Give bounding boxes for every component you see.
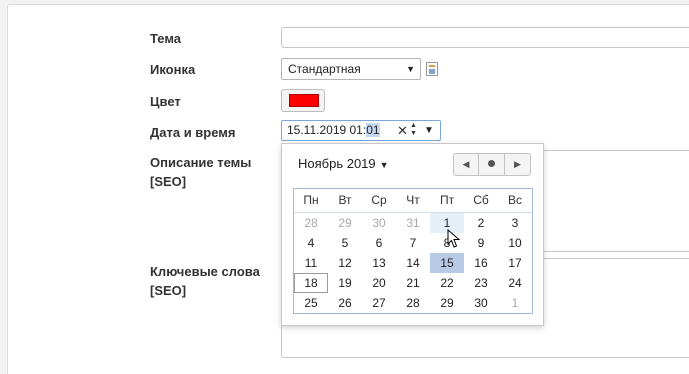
calendar-day[interactable]: 7	[396, 233, 430, 253]
calendar-day[interactable]: 15	[430, 253, 464, 273]
month-label: Ноябрь 2019	[298, 156, 376, 171]
weekday-label: Чт	[406, 193, 420, 207]
icon-select[interactable]: Стандартная ▼	[281, 58, 421, 80]
calendar-day[interactable]: 1	[498, 293, 532, 313]
weekday-label: Ср	[371, 193, 387, 207]
calendar-day[interactable]: 13	[362, 253, 396, 273]
calendar-week-row: 28 29 30 31 1 2 3	[294, 213, 532, 233]
dot-icon	[488, 160, 495, 168]
calendar-day[interactable]: 18	[294, 273, 328, 293]
weekday-label: Пт	[439, 193, 455, 207]
calendar-day[interactable]: 2	[464, 213, 498, 233]
calendar-day[interactable]: 3	[498, 213, 532, 233]
prev-month-button[interactable]: ◀	[453, 153, 479, 176]
calendar-day[interactable]: 22	[430, 273, 464, 293]
calendar-week-row: 18 19 20 21 22 23 24	[294, 273, 532, 293]
datetime-value-main: 15.11.2019 01:	[287, 123, 367, 137]
chevron-down-icon[interactable]: ▼	[424, 121, 434, 140]
chevron-down-icon: ▼	[406, 64, 415, 74]
calendar-day[interactable]: 28	[396, 293, 430, 313]
date-picker-popup: Ноябрь 2019 ▼ ◀ ▶ Пн Вт Ср Чт Пт Сб Вс 28 29 30 31…	[281, 143, 544, 326]
spinner-icon[interactable]: ▲ ▼	[410, 122, 417, 138]
icon-label: Иконка	[150, 62, 196, 77]
close-icon[interactable]: ✕	[397, 121, 408, 140]
calendar-day[interactable]: 6	[362, 233, 396, 253]
weekday-label: Вт	[338, 193, 352, 207]
calendar-day[interactable]: 26	[328, 293, 362, 313]
chevron-left-icon: ◀	[462, 159, 470, 169]
mouse-cursor-icon	[447, 229, 461, 248]
datetime-value-selected: 01	[366, 123, 380, 137]
calendar-day[interactable]: 25	[294, 293, 328, 313]
calendar-day[interactable]: 29	[328, 213, 362, 233]
calendar-day[interactable]: 20	[362, 273, 396, 293]
calendar-day[interactable]: 24	[498, 273, 532, 293]
weekday-label: Сб	[473, 193, 489, 207]
calendar-day[interactable]: 10	[498, 233, 532, 253]
calendar-day[interactable]: 21	[396, 273, 430, 293]
calendar-day[interactable]: 4	[294, 233, 328, 253]
color-label: Цвет	[150, 94, 181, 109]
month-selector[interactable]: Ноябрь 2019 ▼	[298, 156, 389, 171]
today-button[interactable]	[479, 153, 505, 176]
calendar-day[interactable]: 28	[294, 213, 328, 233]
datetime-value: 15.11.2019 01:01	[287, 121, 380, 140]
calendar-day[interactable]: 17	[498, 253, 532, 273]
calendar-week-row: 11 12 13 14 15 16 17	[294, 253, 532, 273]
calendar-day[interactable]: 30	[362, 213, 396, 233]
calendar-day[interactable]: 29	[430, 293, 464, 313]
calendar-day[interactable]: 5	[328, 233, 362, 253]
datetime-label: Дата и время	[150, 125, 236, 140]
weekday-label: Вс	[507, 193, 522, 207]
theme-input[interactable]	[281, 27, 689, 48]
datetime-input[interactable]: 15.11.2019 01:01 ✕ ▲ ▼ ▼	[281, 120, 441, 141]
calendar-week-row: 4 5 6 7 8 9 10	[294, 233, 532, 253]
calendar-day[interactable]: 31	[396, 213, 430, 233]
theme-label: Тема	[150, 31, 182, 46]
calendar-day[interactable]: 14	[396, 253, 430, 273]
calendar-day[interactable]: 27	[362, 293, 396, 313]
weekday-label: Пн	[303, 193, 319, 207]
weekday-header: Пн Вт Ср Чт Пт Сб Вс	[294, 189, 532, 213]
description-label: Описание темы [SEO]	[150, 155, 252, 189]
icon-select-value: Стандартная	[288, 62, 361, 76]
calendar-day[interactable]: 16	[464, 253, 498, 273]
file-icon[interactable]	[426, 62, 438, 76]
calendar-nav: ◀ ▶	[453, 153, 533, 176]
color-swatch	[289, 94, 319, 107]
calendar-day[interactable]: 11	[294, 253, 328, 273]
keywords-label: Ключевые слова [SEO]	[150, 264, 260, 298]
calendar-grid: Пн Вт Ср Чт Пт Сб Вс 28 29 30 31 1 2 3 4 5 6 7 8 9 10 11 12 13…	[293, 188, 533, 314]
calendar-day[interactable]: 23	[464, 273, 498, 293]
calendar-day[interactable]: 19	[328, 273, 362, 293]
color-picker-button[interactable]	[281, 89, 325, 112]
calendar-week-row: 25 26 27 28 29 30 1	[294, 293, 532, 313]
calendar-day[interactable]: 12	[328, 253, 362, 273]
calendar-day[interactable]: 9	[464, 233, 498, 253]
next-month-button[interactable]: ▶	[505, 153, 531, 176]
caret-down-icon: ▼	[379, 160, 389, 170]
chevron-right-icon: ▶	[514, 159, 521, 169]
calendar-day[interactable]: 30	[464, 293, 498, 313]
